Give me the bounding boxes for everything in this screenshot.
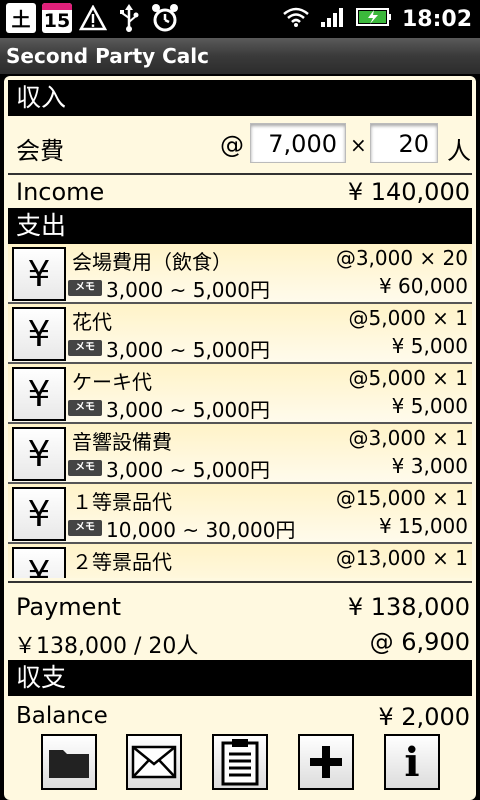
expense-item[interactable]: ¥ ２等景品代 @13,000 × 1: [8, 544, 472, 578]
yen-button[interactable]: ¥: [12, 547, 66, 578]
expense-name: 花代: [72, 310, 112, 334]
per-person-label: ￥138,000 / 20人: [14, 634, 199, 659]
expense-range: 3,000 ~ 5,000円: [106, 458, 270, 482]
fee-input[interactable]: 7,000: [250, 123, 346, 163]
calendar-date-icon: 15: [42, 3, 72, 33]
plus-icon: [310, 746, 342, 778]
income-header: 収入: [8, 80, 472, 116]
expense-total: ¥ 15,000: [378, 514, 468, 538]
payment-divider: [8, 581, 472, 583]
balance-label: Balance: [16, 703, 108, 729]
people-input[interactable]: 20: [370, 123, 438, 163]
envelope-icon: [131, 745, 177, 779]
signal-icon: [320, 6, 346, 32]
income-divider: [8, 173, 472, 175]
expense-item[interactable]: ¥ ケーキ代 @5,000 × 1 メモ 3,000 ~ 5,000円 ¥ 5,…: [8, 364, 472, 424]
calendar-day-icon: 土: [6, 3, 36, 33]
yen-button[interactable]: ¥: [12, 307, 66, 361]
bottom-toolbar: i: [8, 732, 472, 792]
expense-name: １等景品代: [72, 490, 172, 514]
at-symbol: @: [220, 131, 244, 159]
fee-label: 会費: [16, 137, 64, 165]
system-status: 18:02: [282, 0, 472, 38]
calculator-panel: 収入 会費 @ 7,000 × 20 人 Income ¥ 140,000 支出…: [4, 76, 476, 800]
memo-icon: メモ: [68, 340, 102, 356]
battery-charging-icon: [355, 7, 392, 31]
yen-button[interactable]: ¥: [12, 427, 66, 481]
memo-icon: メモ: [68, 520, 102, 536]
memo-icon: メモ: [68, 280, 102, 296]
income-label: Income: [16, 178, 105, 206]
balance-value: ¥ 2,000: [378, 703, 470, 731]
yen-button[interactable]: ¥: [12, 247, 66, 301]
expense-name: 音響設備費: [72, 430, 172, 454]
income-total: ¥ 140,000: [347, 178, 470, 206]
payment-label: Payment: [16, 593, 122, 621]
balance-header: 収支: [8, 660, 472, 696]
info-button[interactable]: i: [384, 734, 440, 790]
expense-range: 3,000 ~ 5,000円: [106, 338, 270, 362]
memo-icon: メモ: [68, 400, 102, 416]
expense-range: 3,000 ~ 5,000円: [106, 398, 270, 422]
expense-name: ２等景品代: [72, 550, 172, 574]
expense-unit-price: @3,000 × 1: [348, 426, 468, 450]
expense-item[interactable]: ¥ 音響設備費 @3,000 × 1 メモ 3,000 ~ 5,000円 ¥ 3…: [8, 424, 472, 484]
info-icon: i: [404, 738, 420, 786]
yen-button[interactable]: ¥: [12, 367, 66, 421]
expense-total: ¥ 3,000: [391, 454, 468, 478]
clipboard-button[interactable]: [212, 734, 268, 790]
expense-total: ¥ 60,000: [378, 274, 468, 298]
folder-icon: [49, 750, 89, 778]
wifi-icon: [282, 6, 310, 32]
expense-range: 10,000 ~ 30,000円: [106, 518, 296, 542]
notification-icons: 土 15: [6, 3, 180, 33]
expense-header: 支出: [8, 208, 472, 244]
clipboard-icon: [221, 739, 259, 786]
alarm-clock-icon: [150, 3, 180, 33]
expense-list[interactable]: ¥ 会場費用（飲食） @3,000 × 20 メモ 3,000 ~ 5,000円…: [8, 244, 472, 578]
expense-item[interactable]: ¥ １等景品代 @15,000 × 1 メモ 10,000 ~ 30,000円 …: [8, 484, 472, 544]
expense-item[interactable]: ¥ 花代 @5,000 × 1 メモ 3,000 ~ 5,000円 ¥ 5,00…: [8, 304, 472, 364]
folder-button[interactable]: [41, 734, 97, 790]
times-symbol: ×: [350, 133, 367, 157]
expense-item[interactable]: ¥ 会場費用（飲食） @3,000 × 20 メモ 3,000 ~ 5,000円…: [8, 244, 472, 304]
expense-range: 3,000 ~ 5,000円: [106, 278, 270, 302]
mail-button[interactable]: [126, 734, 182, 790]
warning-icon: [78, 3, 108, 33]
per-person-value: @ 6,900: [369, 628, 470, 656]
memo-icon: メモ: [68, 460, 102, 476]
expense-name: ケーキ代: [72, 370, 152, 394]
people-unit: 人: [447, 137, 471, 165]
yen-button[interactable]: ¥: [12, 487, 66, 541]
status-bar: 土 15 18:02: [0, 0, 480, 38]
app-title-bar: Second Party Calc: [0, 38, 480, 74]
expense-unit-price: @3,000 × 20: [335, 246, 468, 270]
expense-unit-price: @15,000 × 1: [335, 486, 468, 510]
expense-total: ¥ 5,000: [391, 334, 468, 358]
add-button[interactable]: [298, 734, 354, 790]
expense-name: 会場費用（飲食）: [72, 250, 232, 274]
expense-unit-price: @5,000 × 1: [348, 366, 468, 390]
payment-total: ¥ 138,000: [347, 593, 470, 621]
usb-icon: [114, 3, 144, 33]
expense-total: ¥ 5,000: [391, 394, 468, 418]
clock-time: 18:02: [401, 6, 472, 32]
expense-unit-price: @5,000 × 1: [348, 306, 468, 330]
expense-unit-price: @13,000 × 1: [335, 546, 468, 570]
